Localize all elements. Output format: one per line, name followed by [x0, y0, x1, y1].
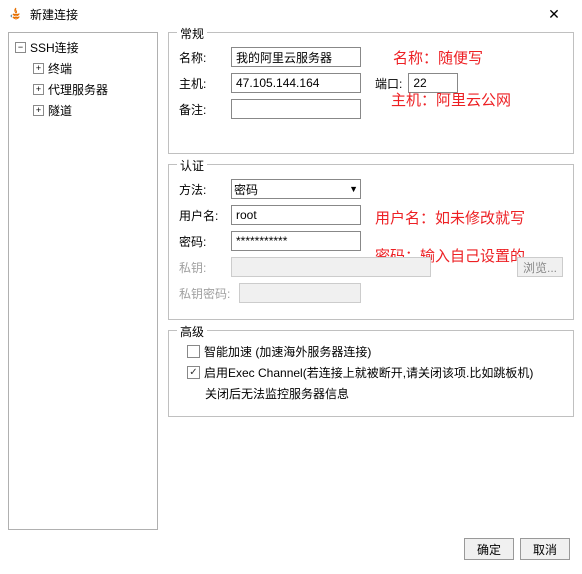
- password-label: 密码:: [179, 233, 231, 250]
- exec-checkbox-row[interactable]: ✓ 启用Exec Channel(若连接上就被断开,请关闭该项.比如跳板机): [187, 364, 563, 381]
- tree-label: 隧道: [48, 102, 72, 119]
- tree-item-proxy[interactable]: + 代理服务器: [11, 79, 155, 100]
- java-icon: [8, 6, 24, 22]
- tree-label: 代理服务器: [48, 81, 108, 98]
- accel-checkbox[interactable]: [187, 345, 200, 358]
- host-label: 主机:: [179, 75, 231, 92]
- keypass-label: 私钥密码:: [179, 285, 239, 302]
- username-input[interactable]: [231, 205, 361, 225]
- dialog-buttons: 确定 取消: [0, 530, 582, 568]
- collapse-icon[interactable]: −: [15, 42, 26, 53]
- window-title: 新建连接: [30, 6, 534, 23]
- browse-button: 浏览...: [517, 257, 563, 277]
- name-input[interactable]: [231, 47, 361, 67]
- host-input[interactable]: [231, 73, 361, 93]
- keypass-input: [239, 283, 361, 303]
- exec-label: 启用Exec Channel(若连接上就被断开,请关闭该项.比如跳板机): [204, 364, 533, 381]
- tree-item-tunnel[interactable]: + 隧道: [11, 100, 155, 121]
- method-select[interactable]: 密码 ▼: [231, 179, 361, 199]
- exec-note: 关闭后无法监控服务器信息: [205, 385, 563, 402]
- general-fieldset: 常规 名称: 名称：随便写 主机: 端口: 主机：阿里云公网 备注:: [168, 32, 574, 154]
- name-label: 名称:: [179, 49, 231, 66]
- advanced-fieldset: 高级 智能加速 (加速海外服务器连接) ✓ 启用Exec Channel(若连接…: [168, 330, 574, 417]
- close-button[interactable]: ✕: [534, 2, 574, 26]
- main-panel: 常规 名称: 名称：随便写 主机: 端口: 主机：阿里云公网 备注: 认证: [168, 32, 574, 530]
- password-input[interactable]: [231, 231, 361, 251]
- remark-input[interactable]: [231, 99, 361, 119]
- general-legend: 常规: [177, 25, 207, 42]
- method-value: 密码: [234, 181, 258, 198]
- privatekey-label: 私钥:: [179, 259, 231, 276]
- titlebar: 新建连接 ✕: [0, 0, 582, 28]
- accel-checkbox-row[interactable]: 智能加速 (加速海外服务器连接): [187, 343, 563, 360]
- chevron-down-icon: ▼: [349, 184, 358, 194]
- expand-icon[interactable]: +: [33, 105, 44, 116]
- accel-label: 智能加速 (加速海外服务器连接): [204, 343, 371, 360]
- ok-button[interactable]: 确定: [464, 538, 514, 560]
- auth-fieldset: 认证 方法: 密码 ▼ 用户名: 用户名：如未修改就写 密码: 密码：输入自己设…: [168, 164, 574, 320]
- tree-root-ssh[interactable]: − SSH连接: [11, 37, 155, 58]
- tree-label: SSH连接: [30, 39, 79, 56]
- username-label: 用户名:: [179, 207, 231, 224]
- expand-icon[interactable]: +: [33, 63, 44, 74]
- method-label: 方法:: [179, 181, 231, 198]
- expand-icon[interactable]: +: [33, 84, 44, 95]
- tree-item-terminal[interactable]: + 终端: [11, 58, 155, 79]
- name-annotation: 名称：随便写: [393, 47, 483, 68]
- advanced-legend: 高级: [177, 323, 207, 340]
- tree-label: 终端: [48, 60, 72, 77]
- content-area: − SSH连接 + 终端 + 代理服务器 + 隧道 常规 名称: 名称：随便写 …: [0, 28, 582, 530]
- username-annotation: 用户名：如未修改就写: [375, 207, 525, 228]
- remark-label: 备注:: [179, 101, 231, 118]
- exec-checkbox[interactable]: ✓: [187, 366, 200, 379]
- privatekey-input: [231, 257, 431, 277]
- cancel-button[interactable]: 取消: [520, 538, 570, 560]
- auth-legend: 认证: [177, 157, 207, 174]
- sidebar-tree: − SSH连接 + 终端 + 代理服务器 + 隧道: [8, 32, 158, 530]
